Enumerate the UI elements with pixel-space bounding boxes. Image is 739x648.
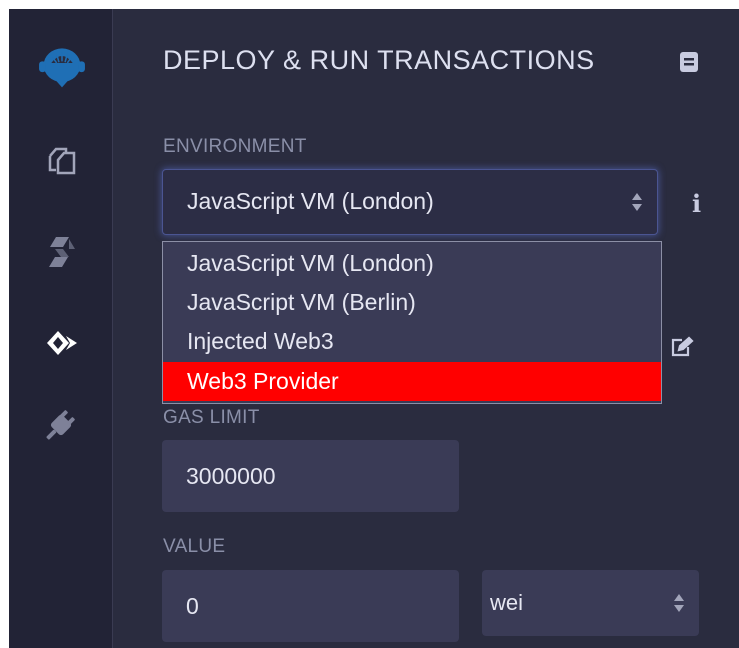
value-unit-select[interactable]: wei [482, 570, 699, 636]
environment-option[interactable]: JavaScript VM (London) [163, 244, 661, 283]
remix-logo-icon[interactable] [36, 43, 88, 89]
value-unit-selected: wei [490, 590, 524, 615]
select-arrows-icon [674, 594, 684, 612]
info-icon[interactable]: i [692, 189, 701, 218]
environment-selected-value: JavaScript VM (London) [187, 188, 434, 214]
environment-select[interactable]: JavaScript VM (London) [162, 169, 658, 235]
icon-sidebar [9, 9, 113, 648]
select-arrows-icon [632, 193, 642, 211]
plugin-manager-icon[interactable] [36, 402, 88, 448]
deploy-run-panel: DEPLOY & RUN TRANSACTIONS ENVIRONMENT Ja… [113, 9, 739, 648]
environment-dropdown: JavaScript VM (London) JavaScript VM (Be… [162, 241, 662, 404]
value-input[interactable]: 0 [162, 570, 459, 642]
deploy-run-icon[interactable] [36, 320, 88, 366]
gas-limit-label: GAS LIMIT [163, 407, 260, 428]
environment-option[interactable]: Injected Web3 [163, 322, 661, 361]
gas-limit-input[interactable]: 3000000 [162, 440, 459, 512]
environment-option[interactable]: JavaScript VM (Berlin) [163, 283, 661, 322]
environment-label: ENVIRONMENT [163, 136, 307, 157]
environment-option-selected[interactable]: Web3 Provider [163, 362, 661, 401]
solidity-compiler-icon[interactable] [36, 229, 88, 275]
panel-title: DEPLOY & RUN TRANSACTIONS [163, 45, 595, 75]
edit-icon[interactable] [670, 336, 694, 363]
remix-app: DEPLOY & RUN TRANSACTIONS ENVIRONMENT Ja… [9, 9, 739, 648]
documentation-icon[interactable] [679, 51, 699, 78]
file-explorer-icon[interactable] [36, 138, 88, 184]
value-label: VALUE [163, 536, 226, 557]
